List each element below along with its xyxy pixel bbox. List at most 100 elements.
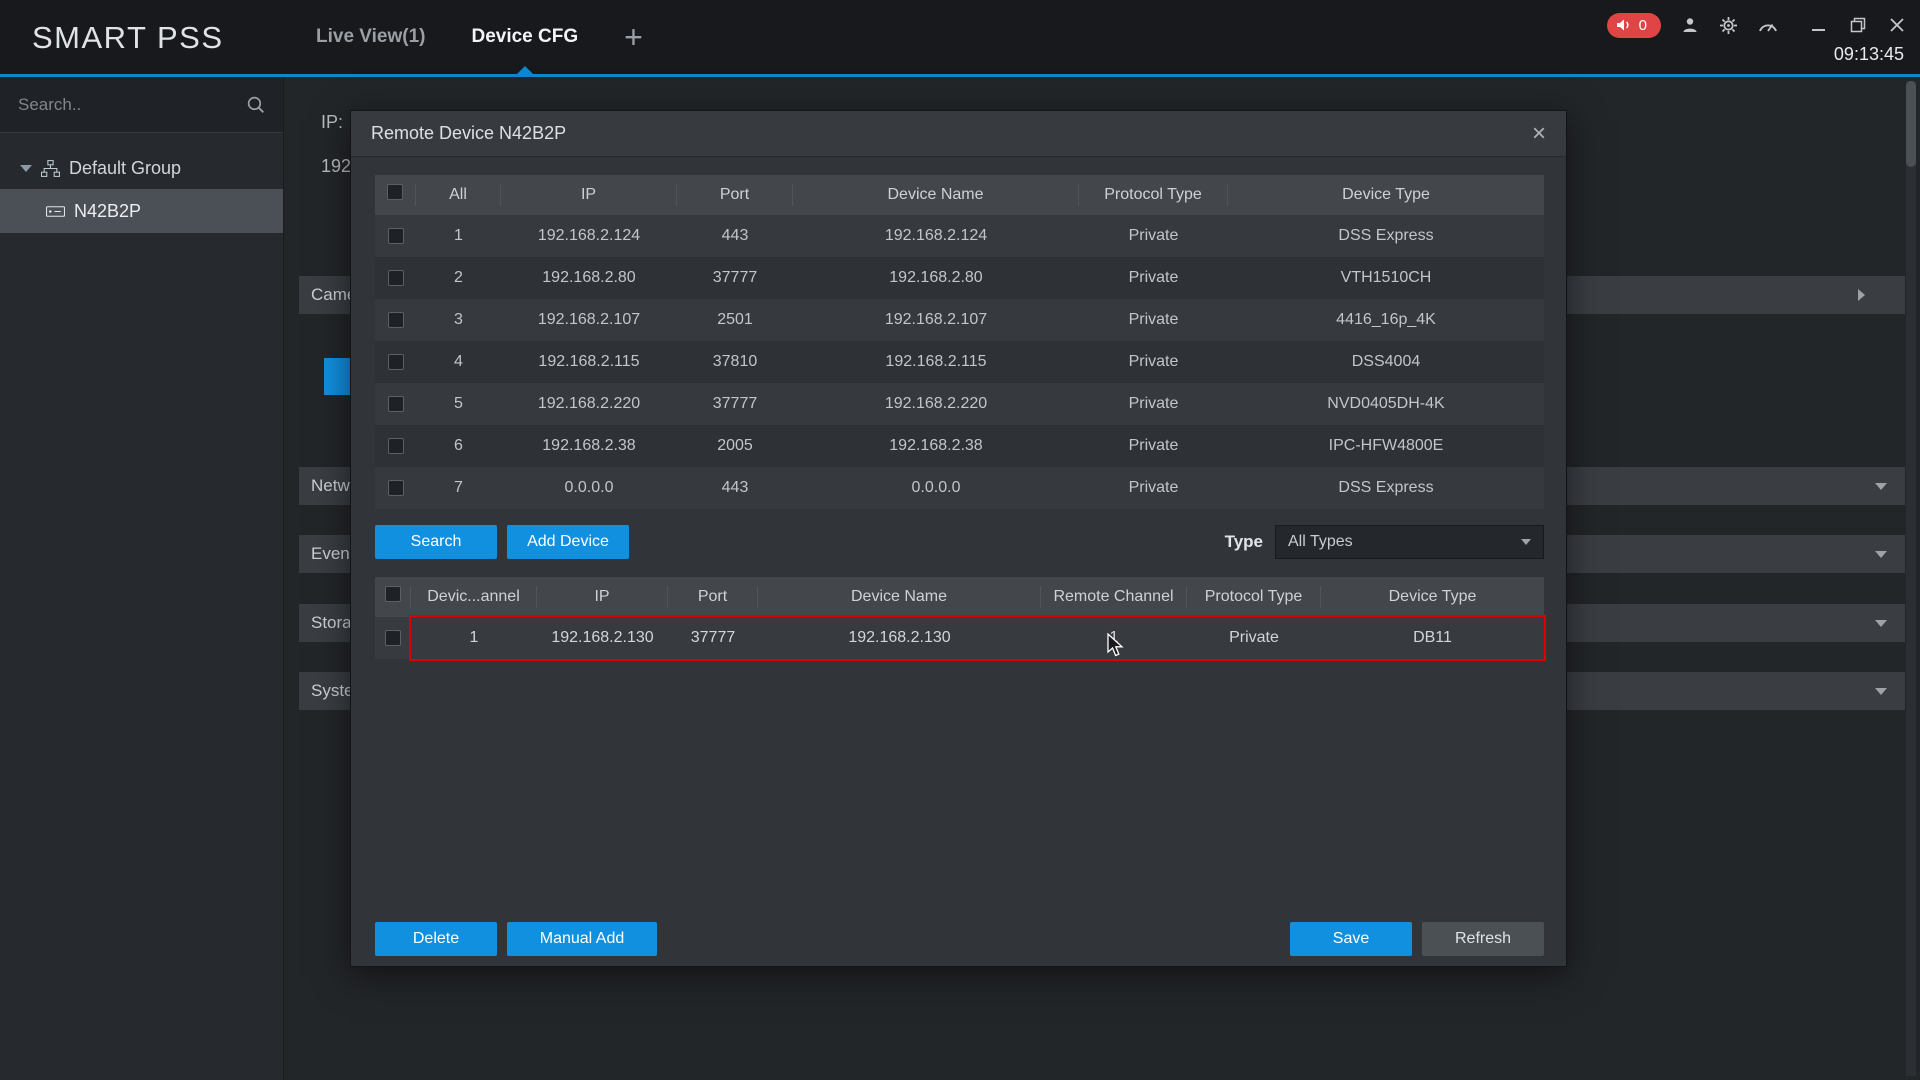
cell-ip: 192.168.2.220 (501, 395, 677, 413)
header-checkbox-cell (375, 586, 411, 608)
row-checkbox[interactable] (388, 354, 404, 370)
dialog-close-icon[interactable]: × (1532, 122, 1546, 146)
cell-device-name: 192.168.2.80 (793, 269, 1079, 287)
cell-device-name: 192.168.2.38 (793, 437, 1079, 455)
dialog-title: Remote Device N42B2P (371, 123, 566, 144)
cell-checkbox (375, 228, 416, 244)
table-row[interactable]: 4 192.168.2.115 37810 192.168.2.115 Priv… (375, 341, 1544, 383)
gauge-icon[interactable] (1758, 17, 1778, 33)
top-right-toolbar: 0 (1607, 10, 1904, 40)
table-row[interactable]: 6 192.168.2.38 2005 192.168.2.38 Private… (375, 425, 1544, 467)
alarm-button[interactable]: 0 (1607, 13, 1661, 38)
cell-ip: 192.168.2.115 (501, 353, 677, 371)
sidebar-item-default-group[interactable]: Default Group (0, 147, 283, 189)
table-row[interactable]: 5 192.168.2.220 37777 192.168.2.220 Priv… (375, 383, 1544, 425)
vertical-scrollbar[interactable] (1906, 81, 1916, 1076)
cell-checkbox (375, 396, 416, 412)
cell-index: 1 (416, 227, 501, 245)
cell-device-name: 192.168.2.220 (793, 395, 1079, 413)
delete-button[interactable]: Delete (375, 922, 497, 956)
cell-protocol-type: Private (1079, 227, 1228, 245)
device-tree-sidebar: Default Group N42B2P (0, 77, 284, 1080)
cell-device-type: NVD0405DH-4K (1228, 395, 1544, 413)
select-all-checkbox[interactable] (387, 184, 403, 200)
cell-port: 37777 (677, 395, 793, 413)
tab-live-view[interactable]: Live View(1) (316, 0, 425, 74)
minimize-icon[interactable] (1812, 18, 1826, 32)
section-label: Event (311, 544, 354, 564)
header-protocol-type: Protocol Type (1187, 586, 1321, 608)
row-checkbox[interactable] (388, 480, 404, 496)
type-select[interactable]: All Types (1275, 525, 1544, 559)
cell-protocol-type: Private (1079, 311, 1228, 329)
cell-device-name: 0.0.0.0 (793, 479, 1079, 497)
search-input[interactable] (18, 95, 246, 115)
sidebar-item-device-n42b2p[interactable]: N42B2P (0, 189, 283, 233)
row-checkbox[interactable] (388, 438, 404, 454)
header-device-type: Device Type (1321, 586, 1544, 608)
app-logo: SMART PSS (32, 20, 224, 56)
added-device-row[interactable]: 1 192.168.2.130 37777 192.168.2.130 1 Pr… (375, 617, 1544, 659)
table-row[interactable]: 7 0.0.0.0 443 0.0.0.0 Private DSS Expres… (375, 467, 1544, 509)
dialog-title-bar: Remote Device N42B2P × (351, 111, 1566, 157)
added-devices-table: Devic...annel IP Port Device Name Remote… (375, 577, 1544, 659)
cell-index: 7 (416, 479, 501, 497)
cell-device-channel: 1 (411, 629, 537, 647)
table-row[interactable]: 3 192.168.2.107 2501 192.168.2.107 Priva… (375, 299, 1544, 341)
cell-device-type: DSS4004 (1228, 353, 1544, 371)
row-checkbox[interactable] (388, 396, 404, 412)
cell-index: 4 (416, 353, 501, 371)
search-results-table: All IP Port Device Name Protocol Type De… (375, 175, 1544, 509)
cell-ip: 192.168.2.38 (501, 437, 677, 455)
speaker-icon (1616, 18, 1632, 32)
cell-device-type: VTH1510CH (1228, 269, 1544, 287)
chevron-right-icon (1858, 289, 1865, 301)
header-ip: IP (537, 586, 668, 608)
cell-device-name: 192.168.2.115 (793, 353, 1079, 371)
expand-arrow-icon (20, 165, 32, 172)
sidebar-search (0, 77, 283, 133)
header-device-name: Device Name (758, 586, 1041, 608)
cell-protocol-type: Private (1079, 395, 1228, 413)
cell-ip: 192.168.2.130 (537, 629, 668, 647)
added-table-header: Devic...annel IP Port Device Name Remote… (375, 577, 1544, 617)
gear-icon[interactable] (1719, 16, 1738, 35)
header-all: All (416, 184, 501, 206)
add-device-button[interactable]: Add Device (507, 525, 629, 559)
search-table-header: All IP Port Device Name Protocol Type De… (375, 175, 1544, 215)
cell-device-type: IPC-HFW4800E (1228, 437, 1544, 455)
save-button[interactable]: Save (1290, 922, 1412, 956)
new-tab-button[interactable]: + (624, 0, 643, 74)
cell-checkbox (375, 438, 416, 454)
row-checkbox[interactable] (385, 630, 401, 646)
close-icon[interactable] (1890, 18, 1904, 32)
group-label: Default Group (69, 158, 181, 179)
row-checkbox[interactable] (388, 270, 404, 286)
header-device-channel: Devic...annel (411, 586, 537, 608)
scrollbar-thumb[interactable] (1906, 81, 1916, 167)
row-checkbox[interactable] (388, 228, 404, 244)
restore-icon[interactable] (1850, 17, 1866, 33)
table-row[interactable]: 2 192.168.2.80 37777 192.168.2.80 Privat… (375, 257, 1544, 299)
chevron-down-icon (1521, 539, 1531, 545)
dialog-bottom-buttons: Delete Manual Add Save Refresh (375, 922, 1544, 956)
refresh-button[interactable]: Refresh (1422, 922, 1544, 956)
search-button[interactable]: Search (375, 525, 497, 559)
manual-add-button[interactable]: Manual Add (507, 922, 657, 956)
select-all-checkbox[interactable] (385, 586, 401, 602)
tab-bar: Live View(1) Device CFG + (316, 0, 643, 74)
chevron-down-icon (1875, 483, 1887, 490)
search-icon[interactable] (246, 95, 265, 114)
row-checkbox[interactable] (388, 312, 404, 328)
cell-device-name: 192.168.2.107 (793, 311, 1079, 329)
cell-port: 37810 (677, 353, 793, 371)
tab-device-cfg[interactable]: Device CFG (471, 0, 578, 74)
type-select-value: All Types (1288, 533, 1353, 551)
user-icon[interactable] (1681, 16, 1699, 34)
cell-checkbox (375, 630, 411, 646)
cell-port: 37777 (677, 269, 793, 287)
table-row[interactable]: 1 192.168.2.124 443 192.168.2.124 Privat… (375, 215, 1544, 257)
cell-device-name: 192.168.2.124 (793, 227, 1079, 245)
cell-checkbox (375, 480, 416, 496)
header-device-name: Device Name (793, 184, 1079, 206)
